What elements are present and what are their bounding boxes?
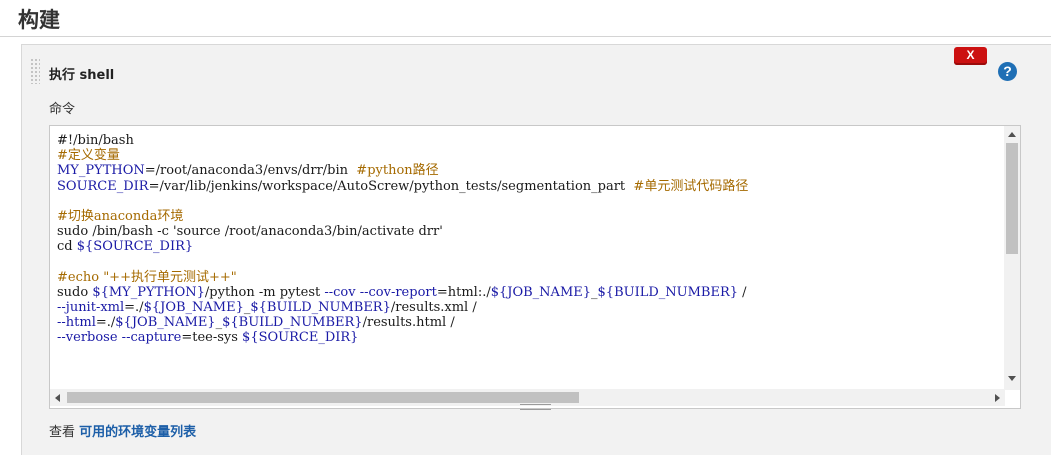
- code-line: #定义变量: [57, 148, 1007, 163]
- code-line: cd ${SOURCE_DIR}: [57, 239, 1007, 254]
- code-token: ${BUILD_NUMBER}: [597, 284, 739, 300]
- command-label: 命令: [49, 102, 76, 117]
- code-token: ${SOURCE_DIR}: [242, 330, 359, 346]
- code-token: #python路径: [356, 163, 439, 179]
- scroll-right-icon[interactable]: [995, 394, 1000, 402]
- env-vars-hint: 查看 可用的环境变量列表: [49, 421, 196, 440]
- code-token: --cov --cov-report: [324, 284, 437, 300]
- code-token: #单元测试代码路径: [633, 178, 749, 194]
- code-token: sudo /bin/bash -c 'source /root/anaconda…: [57, 224, 443, 240]
- code-token: ${JOB_NAME}: [143, 300, 244, 316]
- scroll-up-icon[interactable]: [1008, 132, 1016, 137]
- code-line: #切换anaconda环境: [57, 209, 1007, 224]
- horizontal-scroll-thumb[interactable]: [67, 392, 579, 403]
- scroll-down-icon[interactable]: [1008, 376, 1016, 381]
- scroll-left-icon[interactable]: [55, 394, 60, 402]
- section-title: 构建: [18, 8, 60, 32]
- command-textarea[interactable]: #!/bin/bash #定义变量 MY_PYTHON=/root/anaconda…: [57, 133, 1007, 391]
- code-token: --junit-xml: [57, 300, 125, 316]
- step-title: 执行 shell: [49, 68, 115, 83]
- code-token: =./: [124, 300, 144, 316]
- code-token: ${BUILD_NUMBER}: [250, 300, 391, 316]
- code-line: --verbose --capture=tee-sys ${SOURCE_DIR…: [57, 330, 1007, 345]
- code-token: #echo "++执行单元测试++": [57, 269, 237, 285]
- env-vars-prefix: 查看: [49, 425, 80, 440]
- code-token: SOURCE_DIR: [57, 178, 149, 194]
- code-line: --html=./${JOB_NAME}_${BUILD_NUMBER}/res…: [57, 315, 1007, 330]
- code-token: --html: [57, 315, 96, 331]
- section-divider: [0, 36, 1051, 37]
- code-token: ${JOB_NAME}: [115, 315, 216, 331]
- code-line: sudo ${MY_PYTHON}/python -m pytest --cov…: [57, 285, 1007, 300]
- delete-step-button[interactable]: X: [954, 47, 987, 65]
- code-token: MY_PYTHON: [57, 163, 145, 179]
- resize-grip-icon[interactable]: [520, 404, 551, 410]
- code-token: cd: [57, 239, 77, 255]
- command-editor[interactable]: #!/bin/bash #定义变量 MY_PYTHON=/root/anaconda…: [49, 125, 1021, 410]
- code-line: sudo /bin/bash -c 'source /root/anaconda…: [57, 224, 1007, 239]
- code-line: --junit-xml=./${JOB_NAME}_${BUILD_NUMBER…: [57, 300, 1007, 315]
- code-token: #定义变量: [57, 148, 120, 164]
- code-token: #切换anaconda环境: [57, 208, 184, 224]
- vertical-scrollbar[interactable]: [1004, 126, 1020, 390]
- code-token: ${JOB_NAME}: [490, 284, 592, 300]
- code-token: =/var/lib/jenkins/workspace/AutoScrew/py…: [148, 178, 634, 194]
- code-token: =tee-sys: [181, 330, 243, 346]
- code-token: ${MY_PYTHON}: [92, 284, 205, 300]
- vertical-scroll-thumb[interactable]: [1006, 143, 1018, 254]
- code-token: =./: [95, 315, 116, 331]
- code-line: SOURCE_DIR=/var/lib/jenkins/workspace/Au…: [57, 179, 1007, 194]
- code-token: sudo: [57, 284, 93, 300]
- code-token: ${BUILD_NUMBER}: [222, 315, 363, 331]
- code-token: #!/bin/bash: [57, 133, 134, 148]
- code-token: --verbose --capture: [57, 330, 182, 346]
- code-token: /: [738, 284, 747, 300]
- code-line: MY_PYTHON=/root/anaconda3/envs/drr/bin #…: [57, 163, 1007, 178]
- code-token: /python -m pytest: [204, 284, 325, 300]
- code-token: /results.xml /: [390, 300, 477, 316]
- code-token: ${SOURCE_DIR}: [76, 239, 194, 255]
- code-token: /results.html /: [362, 315, 455, 331]
- code-line: #echo "++执行单元测试++": [57, 270, 1007, 285]
- drag-handle-icon[interactable]: [30, 58, 40, 84]
- code-token: =/root/anaconda3/envs/drr/bin: [144, 163, 357, 179]
- help-icon[interactable]: ?: [998, 62, 1017, 81]
- env-vars-link[interactable]: 可用的环境变量列表: [79, 425, 196, 440]
- code-token: =html:./: [436, 284, 491, 300]
- code-line: #!/bin/bash: [57, 133, 1007, 148]
